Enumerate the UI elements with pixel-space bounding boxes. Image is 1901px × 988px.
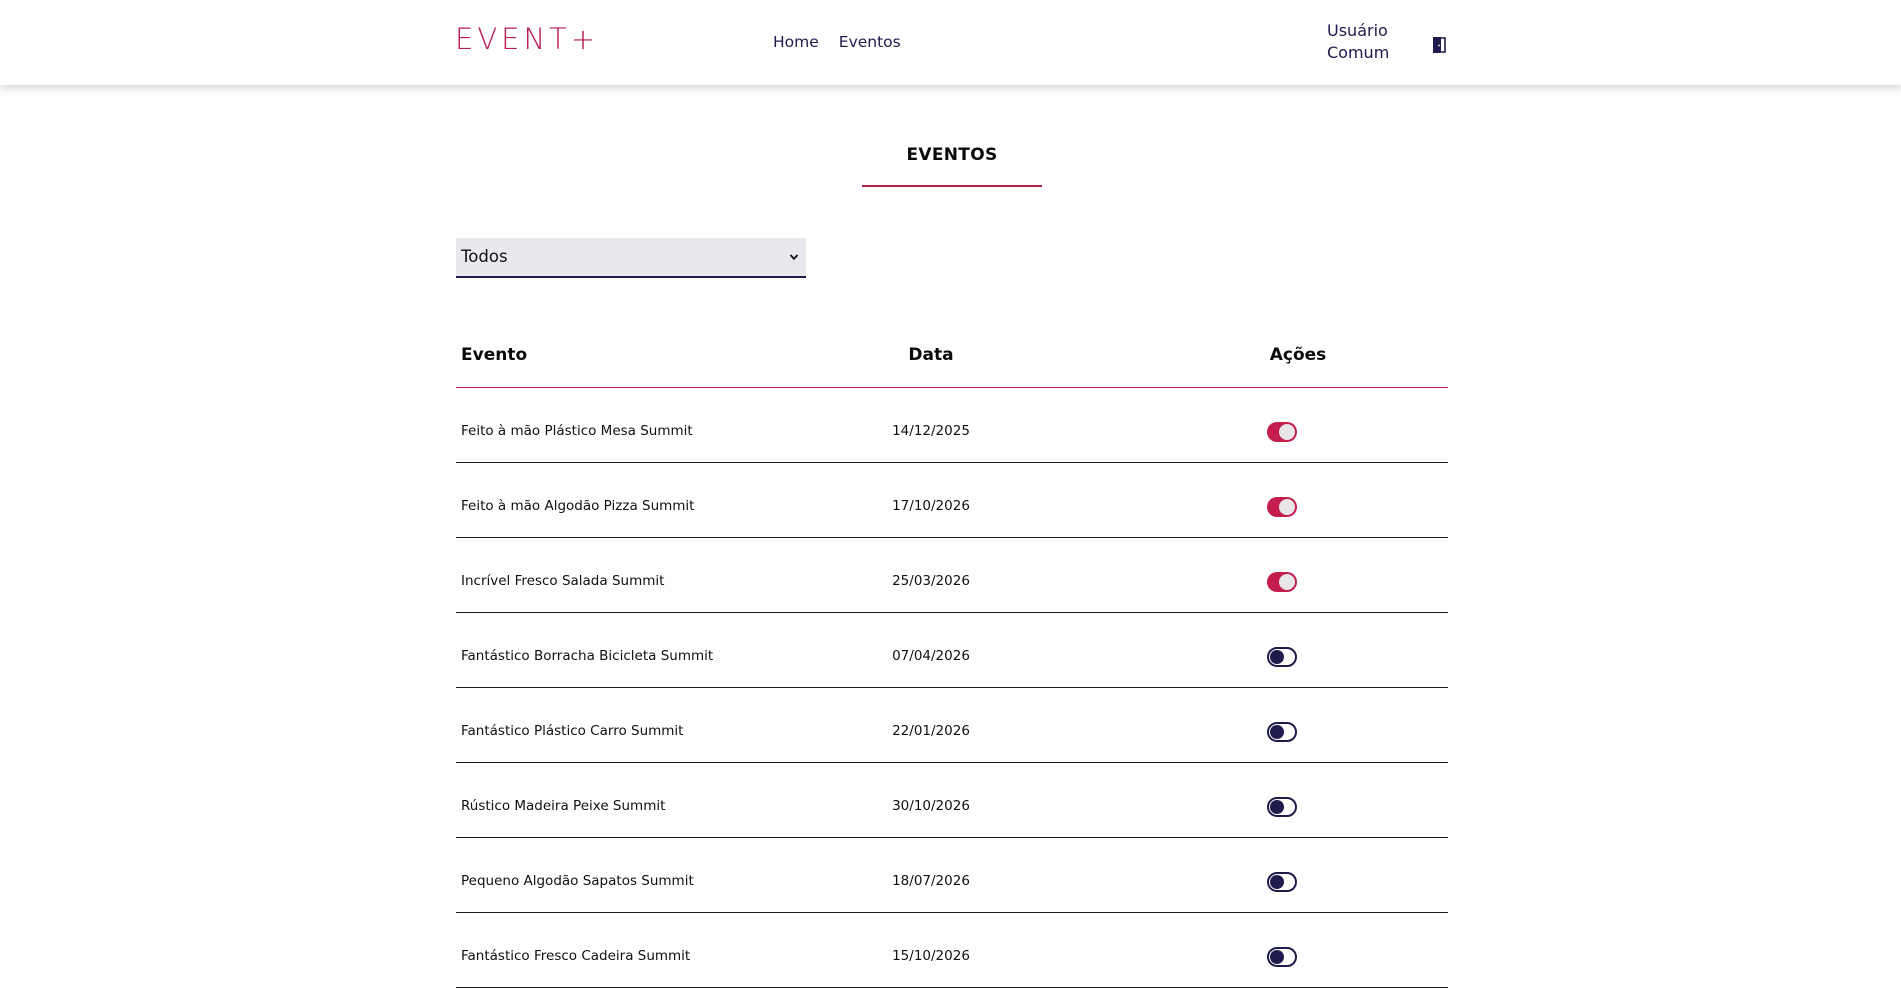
- title-underline: [862, 185, 1042, 187]
- event-name: Rústico Madeira Peixe Summit: [461, 798, 666, 814]
- filter-selected-value: Todos: [461, 247, 508, 266]
- brand-logo[interactable]: EVENT+: [455, 20, 599, 58]
- presence-toggle[interactable]: [1267, 797, 1297, 817]
- door-exit-icon[interactable]: [1430, 36, 1448, 54]
- user-name-line1: Usuário: [1327, 21, 1388, 40]
- event-date: 25/03/2026: [892, 573, 970, 589]
- event-date: 18/07/2026: [892, 873, 970, 889]
- event-date: 22/01/2026: [892, 723, 970, 739]
- presence-toggle[interactable]: [1267, 647, 1297, 667]
- event-date: 15/10/2026: [892, 948, 970, 964]
- table-row: Fantástico Fresco Cadeira Summit 15/10/2…: [456, 913, 1448, 988]
- table-row: Feito à mão Algodão Pizza Summit 17/10/2…: [456, 463, 1448, 538]
- event-name: Feito à mão Plástico Mesa Summit: [461, 423, 693, 439]
- presence-toggle[interactable]: [1267, 497, 1297, 517]
- table-row: Fantástico Borracha Bicicleta Summit 07/…: [456, 613, 1448, 688]
- toggle-knob: [1270, 800, 1284, 814]
- presence-toggle[interactable]: [1267, 572, 1297, 592]
- toggle-knob: [1270, 950, 1284, 964]
- event-name: Incrível Fresco Salada Summit: [461, 573, 665, 589]
- event-filter-select[interactable]: Todos: [456, 238, 806, 278]
- chevron-down-icon: [789, 254, 799, 261]
- table-row: Incrível Fresco Salada Summit 25/03/2026: [456, 538, 1448, 613]
- toggle-knob: [1279, 424, 1295, 440]
- top-header: EVENT+ Home Eventos Usuário Comum: [0, 0, 1901, 85]
- table-row: Feito à mão Plástico Mesa Summit 14/12/2…: [456, 388, 1448, 463]
- table-row: Fantástico Plástico Carro Summit 22/01/2…: [456, 688, 1448, 763]
- event-name: Feito à mão Algodão Pizza Summit: [461, 498, 695, 514]
- event-name: Fantástico Plástico Carro Summit: [461, 723, 684, 739]
- presence-toggle[interactable]: [1267, 872, 1297, 892]
- column-header-date: Data: [908, 345, 954, 365]
- user-name-line2: Comum: [1327, 43, 1390, 62]
- toggle-knob: [1270, 650, 1284, 664]
- toggle-knob: [1279, 499, 1295, 515]
- table-row: Rústico Madeira Peixe Summit 30/10/2026: [456, 763, 1448, 838]
- event-date: 07/04/2026: [892, 648, 970, 664]
- nav-link-home[interactable]: Home: [773, 33, 819, 51]
- presence-toggle[interactable]: [1267, 947, 1297, 967]
- page-title: EVENTOS: [906, 145, 998, 165]
- table-row: Pequeno Algodão Sapatos Summit 18/07/202…: [456, 838, 1448, 913]
- event-date: 14/12/2025: [892, 423, 970, 439]
- toggle-knob: [1270, 875, 1284, 889]
- event-date: 17/10/2026: [892, 498, 970, 514]
- toggle-knob: [1279, 574, 1295, 590]
- event-name: Fantástico Borracha Bicicleta Summit: [461, 648, 714, 664]
- event-name: Fantástico Fresco Cadeira Summit: [461, 948, 691, 964]
- toggle-knob: [1270, 725, 1284, 739]
- main-nav: Home Eventos: [773, 33, 901, 51]
- presence-toggle[interactable]: [1267, 422, 1297, 442]
- events-table: Evento Data Ações Feito à mão Plástico M…: [456, 330, 1448, 988]
- column-header-actions: Ações: [1269, 345, 1327, 365]
- column-header-event: Evento: [461, 345, 528, 365]
- table-header: Evento Data Ações: [456, 330, 1448, 388]
- event-name: Pequeno Algodão Sapatos Summit: [461, 873, 694, 889]
- user-name: Usuário Comum: [1327, 20, 1407, 64]
- presence-toggle[interactable]: [1267, 722, 1297, 742]
- event-date: 30/10/2026: [892, 798, 970, 814]
- nav-link-eventos[interactable]: Eventos: [839, 33, 901, 51]
